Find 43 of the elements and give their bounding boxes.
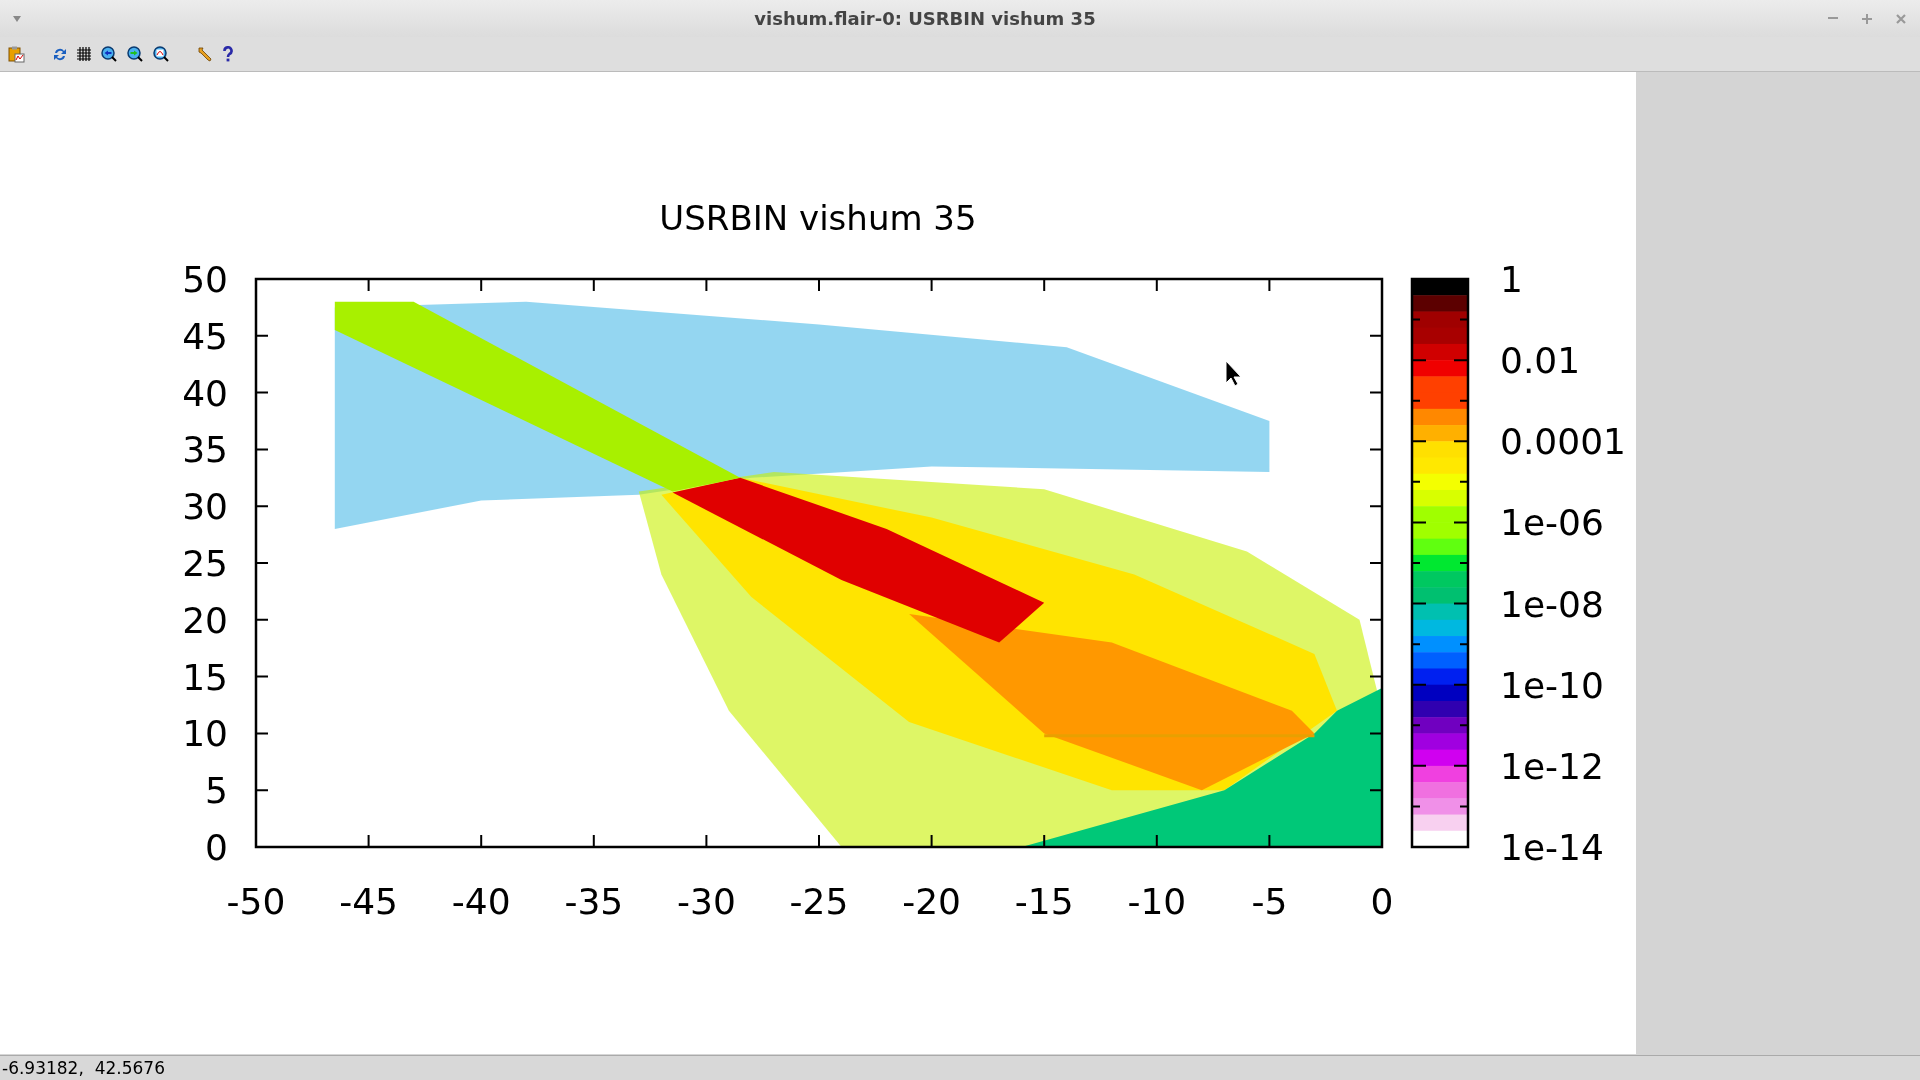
x-axis-label: -25 [789, 881, 849, 922]
color-scale-label: 1e-12 [1500, 745, 1604, 787]
zoom-out-icon[interactable] [101, 46, 117, 62]
cursor-coordinates: -6.93182, 42.5676 [2, 1058, 165, 1078]
x-axis-label: -20 [902, 881, 961, 922]
color-scale-label: 0.01 [1500, 340, 1581, 382]
color-scale-label: 1e-06 [1500, 502, 1604, 544]
x-axis-label: -45 [339, 881, 398, 922]
color-scale-label: 1e-08 [1500, 583, 1604, 625]
color-scale-label: 0.0001 [1500, 421, 1626, 463]
plot-title: USRBIN vishum 35 [659, 198, 977, 238]
clipboard-chart-icon[interactable] [8, 45, 25, 63]
x-axis-label: -15 [1014, 881, 1074, 922]
x-axis-label: -50 [226, 881, 286, 922]
y-axis-label: 0 [205, 827, 228, 868]
x-axis-label: 0 [1370, 881, 1394, 922]
x-axis-label: -10 [1127, 881, 1187, 922]
x-axis-label: -30 [677, 881, 736, 922]
dropdown-arrow-icon[interactable] [12, 15, 22, 22]
y-axis-label: 30 [182, 486, 228, 528]
grid-icon[interactable] [77, 47, 91, 61]
y-axis-label: 35 [182, 429, 228, 471]
zoom-fit-icon[interactable] [153, 46, 169, 62]
x-axis-label: -40 [451, 881, 511, 922]
help-icon[interactable] [223, 46, 233, 62]
mouse-cursor-icon [1225, 360, 1242, 387]
y-axis-label: 50 [182, 259, 228, 300]
y-axis-label: 45 [182, 315, 228, 357]
y-axis-label: 25 [182, 543, 228, 584]
color-scale-label: 1e-14 [1500, 827, 1604, 868]
y-axis-label: 20 [182, 599, 228, 641]
color-scale-label: 1 [1500, 259, 1523, 300]
color-scale-label: 1e-10 [1500, 664, 1604, 706]
zoom-in-icon[interactable] [127, 46, 143, 62]
y-axis-label: 10 [182, 713, 228, 755]
y-axis-label: 40 [182, 372, 228, 414]
x-axis-label: -35 [564, 881, 624, 922]
x-axis-label: -5 [1251, 881, 1288, 922]
window-title: vishum.flair-0: USRBIN vishum 35 [753, 8, 1097, 29]
y-axis-label: 5 [205, 770, 228, 812]
refresh-icon[interactable] [53, 46, 67, 62]
y-axis-label: 15 [182, 656, 228, 698]
wrench-icon[interactable] [197, 46, 213, 62]
